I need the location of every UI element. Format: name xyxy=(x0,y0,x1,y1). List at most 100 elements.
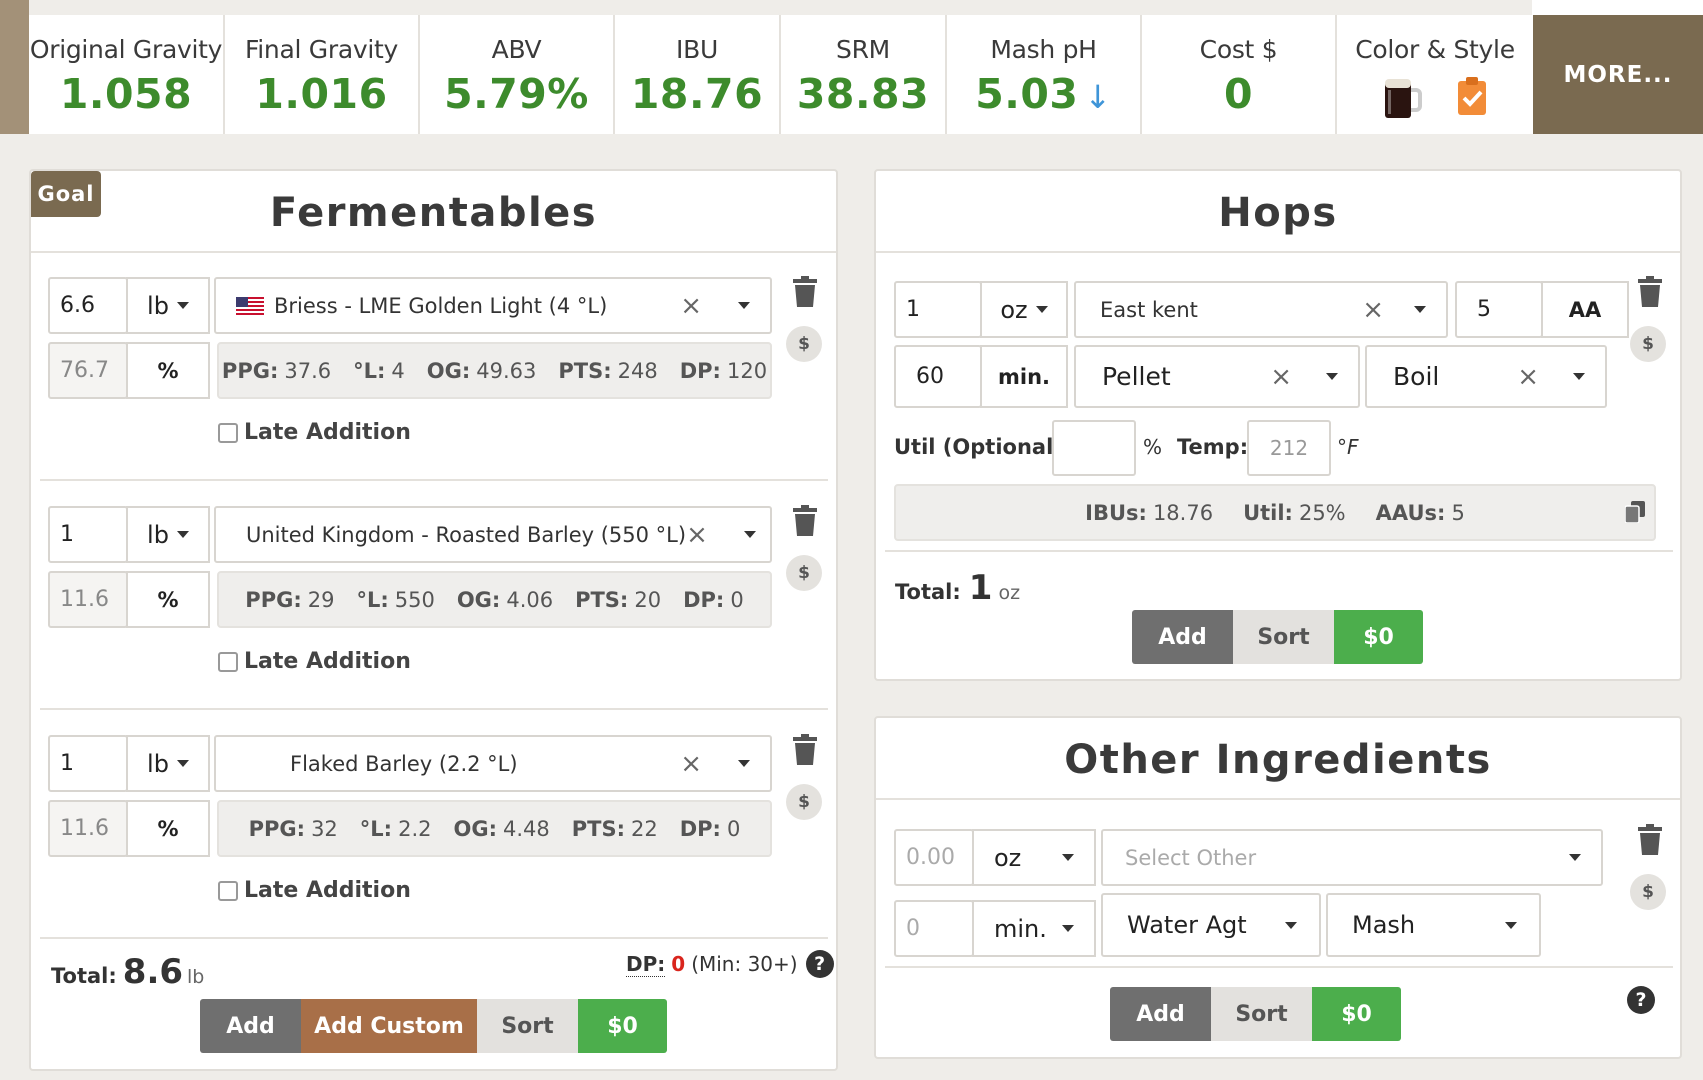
caret-down-icon[interactable] xyxy=(738,760,750,767)
cost-dollar-button[interactable]: $ xyxy=(1630,874,1666,910)
mash-ph-value: 5.03 xyxy=(975,70,1079,118)
hop-aa-input[interactable]: 5 xyxy=(1455,281,1543,338)
caret-down-icon[interactable] xyxy=(1569,854,1581,861)
clear-icon[interactable]: × xyxy=(1517,362,1539,392)
caret-down-icon xyxy=(176,302,189,309)
cost-dollar-button[interactable]: $ xyxy=(786,784,822,820)
beer-mug-icon[interactable] xyxy=(1382,76,1422,120)
other-unit-select[interactable]: oz xyxy=(972,829,1096,886)
fermentable-select[interactable]: Flaked Barley (2.2 °L) × xyxy=(214,735,772,792)
stat-label: Color & Style xyxy=(1355,35,1515,64)
hop-unit-select[interactable]: oz xyxy=(980,281,1068,338)
other-amount-input[interactable]: 0.00 xyxy=(894,829,974,886)
add-hop-button[interactable]: Add xyxy=(1132,610,1233,664)
hop-amount-input[interactable]: 1 xyxy=(894,281,982,338)
fermentable-percent-input[interactable]: 76.7 xyxy=(48,342,128,399)
sort-fermentables-button[interactable]: Sort xyxy=(477,999,578,1053)
stat-label: SRM xyxy=(836,35,890,64)
hops-cost-button[interactable]: $0 xyxy=(1334,610,1423,664)
trash-icon[interactable] xyxy=(1636,824,1664,856)
caret-down-icon[interactable] xyxy=(1414,306,1426,313)
divider xyxy=(885,966,1673,968)
checkbox[interactable] xyxy=(218,651,238,672)
cost-dollar-button[interactable]: $ xyxy=(786,555,822,591)
other-time-unit-select[interactable]: min. xyxy=(972,900,1096,957)
temp-input[interactable]: 212 xyxy=(1247,420,1331,476)
stat-abv: ABV 5.79% xyxy=(420,15,615,134)
caret-down-icon[interactable] xyxy=(1505,921,1517,929)
caret-down-icon[interactable] xyxy=(1285,921,1297,929)
divider xyxy=(876,251,1680,253)
sort-other-button[interactable]: Sort xyxy=(1211,987,1312,1041)
help-icon[interactable]: ? xyxy=(805,950,834,978)
caret-down-icon[interactable] xyxy=(1573,373,1585,380)
fermentable-unit-select[interactable]: lb xyxy=(126,506,210,563)
caret-down-icon[interactable] xyxy=(743,531,756,538)
clear-icon[interactable]: × xyxy=(680,749,702,779)
fermentable-amount-input[interactable]: 6.6 xyxy=(48,277,128,334)
help-icon[interactable]: ? xyxy=(1627,986,1655,1014)
checkbox[interactable] xyxy=(218,422,238,443)
hop-time-input[interactable]: 60 xyxy=(894,345,982,408)
fermentable-percent-input[interactable]: 11.6 xyxy=(48,571,128,628)
stat-ibu: IBU 18.76 xyxy=(615,15,781,134)
trash-icon[interactable] xyxy=(791,276,819,308)
other-ingredients-title: Other Ingredients xyxy=(1064,737,1492,783)
other-type-select[interactable]: Water Agt xyxy=(1101,893,1321,957)
sort-hops-button[interactable]: Sort xyxy=(1233,610,1334,664)
divider xyxy=(876,798,1680,800)
more-button[interactable]: MORE... xyxy=(1533,15,1703,134)
percent-label: % xyxy=(126,342,210,399)
stat-value: 5.79% xyxy=(444,70,589,118)
fermentable-unit-select[interactable]: lb xyxy=(126,735,210,792)
late-addition-checkbox[interactable]: Late Addition xyxy=(218,420,411,445)
hops-title: Hops xyxy=(1218,190,1338,236)
fermentable-select[interactable]: United Kingdom - Roasted Barley (550 °L)… xyxy=(214,506,772,563)
late-addition-checkbox[interactable]: Late Addition xyxy=(218,878,411,903)
clear-icon[interactable]: × xyxy=(680,291,702,321)
temp-label: Temp: xyxy=(1177,435,1249,459)
hop-variety-select[interactable]: East kent × xyxy=(1074,281,1448,338)
other-ingredient-select[interactable]: Select Other xyxy=(1101,829,1603,886)
caret-down-icon xyxy=(1062,925,1074,932)
fermentable-unit-select[interactable]: lb xyxy=(126,277,210,334)
add-other-button[interactable]: Add xyxy=(1110,987,1211,1041)
late-addition-checkbox[interactable]: Late Addition xyxy=(218,649,411,674)
trash-icon[interactable] xyxy=(791,505,819,537)
util-input[interactable] xyxy=(1052,420,1136,476)
caret-down-icon xyxy=(176,760,189,767)
util-percent-label: % xyxy=(1143,435,1163,459)
clear-icon[interactable]: × xyxy=(686,520,708,550)
clear-icon[interactable]: × xyxy=(1270,362,1292,392)
stat-label: Mash pH xyxy=(990,35,1097,64)
stat-cost: Cost $ 0 xyxy=(1142,15,1337,134)
divider xyxy=(40,479,828,481)
add-fermentable-button[interactable]: Add xyxy=(200,999,301,1053)
fermentables-cost-button[interactable]: $0 xyxy=(578,999,667,1053)
checkbox[interactable] xyxy=(218,880,238,901)
copy-icon[interactable] xyxy=(1625,501,1645,523)
hop-form-select[interactable]: Pellet × xyxy=(1074,345,1360,408)
fermentable-amount-input[interactable]: 1 xyxy=(48,506,128,563)
caret-down-icon[interactable] xyxy=(1326,373,1338,380)
cost-dollar-button[interactable]: $ xyxy=(786,326,822,362)
caret-down-icon[interactable] xyxy=(738,302,750,309)
trash-icon[interactable] xyxy=(791,734,819,766)
add-custom-button[interactable]: Add Custom xyxy=(301,999,477,1053)
style-clipboard-icon[interactable] xyxy=(1456,76,1488,116)
clear-icon[interactable]: × xyxy=(1362,295,1384,325)
aa-label: AA xyxy=(1541,281,1629,338)
percent-label: % xyxy=(126,800,210,857)
other-time-input[interactable]: 0 xyxy=(894,900,974,957)
caret-down-icon xyxy=(1062,854,1074,861)
fermentable-amount-input[interactable]: 1 xyxy=(48,735,128,792)
divider xyxy=(40,708,828,710)
fermentable-select[interactable]: Briess - LME Golden Light (4 °L) × xyxy=(214,277,772,334)
trash-icon[interactable] xyxy=(1636,276,1664,308)
stat-mash-ph: Mash pH 5.03 ↓ xyxy=(947,15,1142,134)
other-cost-button[interactable]: $0 xyxy=(1312,987,1401,1041)
other-use-select[interactable]: Mash xyxy=(1326,893,1541,957)
fermentable-percent-input[interactable]: 11.6 xyxy=(48,800,128,857)
hop-use-select[interactable]: Boil × xyxy=(1365,345,1607,408)
cost-dollar-button[interactable]: $ xyxy=(1630,326,1666,362)
